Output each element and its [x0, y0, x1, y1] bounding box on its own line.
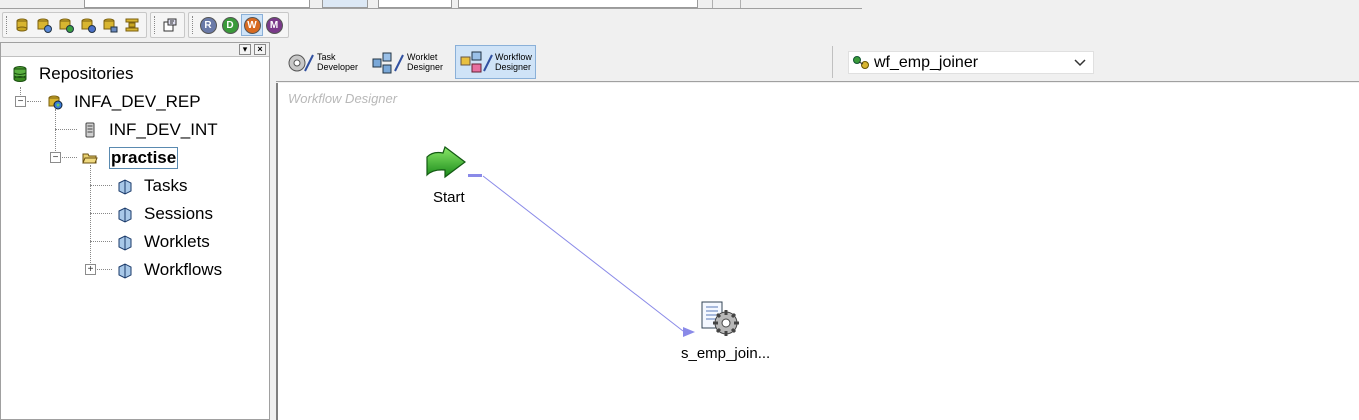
tree-item-label: INFA_DEV_REP: [74, 92, 201, 111]
tool-label-line1: Workflow: [495, 52, 532, 62]
navigator-close-icon[interactable]: ×: [254, 44, 266, 55]
tree-connector: [55, 129, 77, 130]
toolbar-separator: [712, 0, 713, 8]
task-developer-icon: [288, 54, 314, 72]
tree-item-label: INF_DEV_INT: [109, 120, 218, 139]
repository-toolbar: [2, 12, 147, 38]
folder-icon: [118, 263, 132, 279]
tree-item-label: practise: [109, 147, 179, 169]
navigator-header: ▾ ×: [1, 43, 269, 57]
toolbar-separator: [740, 0, 741, 8]
tree-connector: [62, 157, 77, 158]
tool-label-line1: Worklet: [407, 52, 438, 62]
folder-icon: [118, 207, 132, 223]
client-switch-toolbar: R D W M: [188, 12, 289, 38]
workflow-manager-icon[interactable]: W: [241, 14, 263, 36]
expander-collapse[interactable]: −: [15, 96, 26, 107]
designer-icon[interactable]: D: [219, 14, 241, 36]
workflow-designer-icon: [460, 51, 493, 73]
start-arrow-icon: [426, 146, 466, 179]
tree-connector: [90, 165, 91, 271]
toolbar-combo-1[interactable]: [84, 0, 310, 8]
workflow-monitor-icon[interactable]: M: [263, 14, 285, 36]
tree-connector: [27, 101, 41, 102]
repository-disconnect-icon[interactable]: [55, 14, 77, 36]
tree-item-repositories[interactable]: Repositories: [11, 62, 134, 86]
repositories-icon: [13, 66, 27, 82]
session-task-label: s_emp_join...: [681, 345, 771, 362]
workflow-icon: [853, 55, 869, 69]
toolbar-grip[interactable]: [6, 16, 9, 34]
repository-refresh-icon[interactable]: [77, 14, 99, 36]
link-start-marker: [468, 174, 482, 177]
workflow-select-value: wf_emp_joiner: [874, 53, 979, 71]
start-task-node[interactable]: [423, 145, 469, 181]
toolbar-row: R D W M: [2, 11, 292, 39]
worklet-designer-button[interactable]: Worklet Designer: [368, 45, 446, 79]
repository-connect-icon[interactable]: [11, 14, 33, 36]
tree-connector: [90, 241, 112, 242]
toolbar-combo-2[interactable]: [378, 0, 452, 8]
repository-manager-icon[interactable]: R: [197, 14, 219, 36]
properties-toolbar: [150, 12, 185, 38]
tool-label-line2: Developer: [317, 62, 359, 72]
tree-item-label: Worklets: [144, 232, 210, 251]
link-layer: [468, 174, 695, 337]
session-icon: [701, 301, 739, 336]
expander-collapse[interactable]: −: [50, 152, 61, 163]
tool-label-line2: Designer: [407, 62, 444, 72]
worklet-designer-icon: [372, 52, 404, 74]
repository-user-icon[interactable]: [99, 14, 121, 36]
main-toolbar: R D W M: [0, 0, 1359, 42]
server-icon: [85, 122, 95, 138]
navigator-dropdown-icon[interactable]: ▾: [239, 44, 251, 55]
start-task-label: Start: [433, 189, 465, 206]
tree-item-label: Repositories: [39, 64, 134, 83]
tool-label-line1: Task: [317, 52, 336, 62]
toolbar-grip[interactable]: [154, 16, 157, 34]
repository-icon: [48, 95, 63, 110]
tree-item-label: Sessions: [144, 204, 213, 223]
tree-item-tasks[interactable]: Tasks: [116, 174, 187, 198]
tree-item-integration-service[interactable]: INF_DEV_INT: [81, 118, 218, 142]
tree-connector: [97, 269, 112, 270]
tree-item-worklets[interactable]: Worklets: [116, 230, 210, 254]
session-task-node[interactable]: [698, 299, 744, 341]
workflow-canvas[interactable]: Workflow Designer Start s_emp_join...: [276, 83, 1359, 420]
tree-item-workflows[interactable]: Workflows: [116, 258, 222, 282]
task-developer-button[interactable]: Task Developer: [282, 45, 361, 79]
navigator-panel: ▾ × − − + Repositories INFA_DEV_REP INF_…: [0, 42, 270, 420]
chevron-down-icon: [1074, 59, 1086, 67]
designer-tools-bar: Task Developer Worklet Designer Workflow De…: [276, 42, 1359, 82]
tree-connector: [90, 213, 112, 214]
properties-icon[interactable]: [159, 14, 181, 36]
menu-strip-remnant: [0, 0, 862, 9]
workflow-designer-button[interactable]: Workflow Designer: [455, 45, 536, 79]
toolbar-toggle-group[interactable]: [322, 0, 368, 8]
tool-label-line2: Designer: [495, 62, 532, 72]
tree-item-label: Workflows: [144, 260, 223, 279]
folder-icon: [118, 235, 132, 251]
workflow-select[interactable]: wf_emp_joiner: [848, 51, 1094, 74]
toolbar-separator: [832, 46, 833, 78]
tree-item-label: Tasks: [144, 176, 188, 195]
tree-item-sessions[interactable]: Sessions: [116, 202, 213, 226]
open-folder-icon: [82, 153, 98, 164]
expander-expand[interactable]: +: [85, 264, 96, 275]
repository-merge-icon[interactable]: [121, 14, 143, 36]
tree-connector: [90, 185, 112, 186]
toolbar-grip[interactable]: [192, 16, 195, 34]
toolbar-combo-3[interactable]: [458, 0, 698, 8]
folder-icon: [118, 179, 132, 195]
link-arrow: [683, 327, 695, 337]
tree-item-folder-practise[interactable]: practise: [81, 146, 179, 170]
task-link[interactable]: [482, 175, 684, 332]
repository-add-icon[interactable]: [33, 14, 55, 36]
tree-item-repository[interactable]: INFA_DEV_REP: [46, 90, 201, 114]
